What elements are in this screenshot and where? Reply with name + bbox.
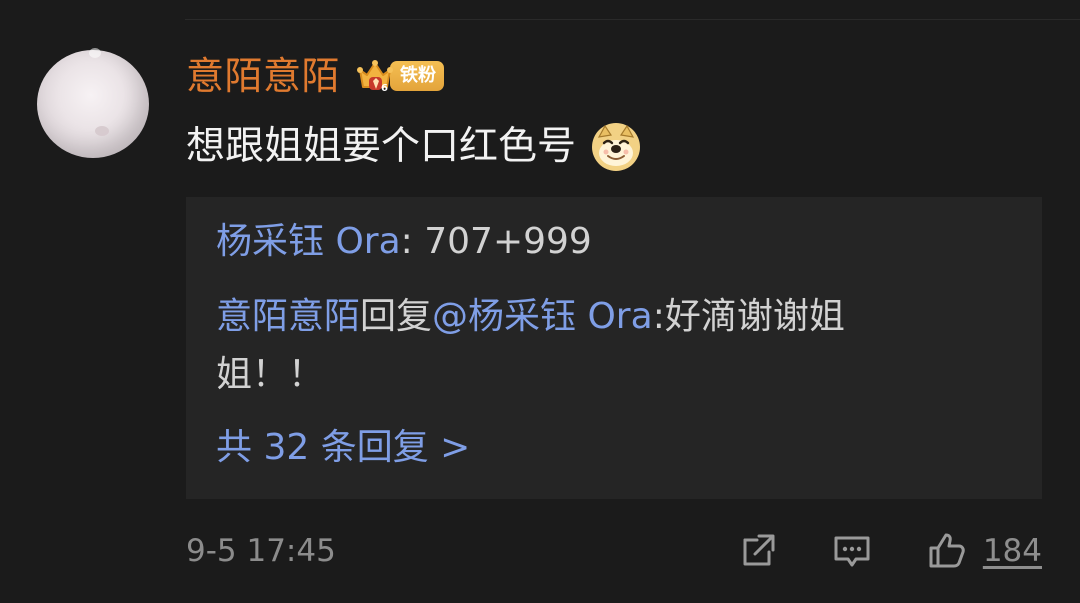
crown-icon: 6 [356,57,394,95]
more-replies-link[interactable]: 共 32 条回复 > [216,420,470,476]
fan-badge[interactable]: 6 铁粉 [356,57,452,95]
reply-mention[interactable]: @杨采钰 Ora [432,296,653,337]
reply-author[interactable]: 杨采钰 Ora [216,221,401,262]
comment-icon[interactable] [831,530,873,572]
reply-separator: : [400,221,425,262]
comment-footer: 9-5 17:45 184 [186,525,1042,577]
comment-screen: 意陌意陌 6 铁粉 想跟姐姐要个口红色号 杨采钰 Ora: 707+999 意陌… [0,0,1080,603]
comment-timestamp: 9-5 17:45 [186,532,336,569]
reply-word: 回复 [360,296,433,337]
fan-badge-label: 铁粉 [390,61,445,91]
share-icon[interactable] [737,530,779,572]
reply-text-line-2: 姐！！ [216,354,325,395]
user-avatar[interactable] [37,48,149,158]
svg-text:6: 6 [381,83,388,94]
doge-icon [590,121,642,173]
reply-item-second[interactable]: 意陌意陌回复@杨采钰 Ora:好滴谢谢姐 [216,289,1014,345]
reply-item-second-continued: 姐！！ [216,347,1014,403]
reply-author[interactable]: 意陌意陌 [216,296,360,337]
comment-body: 想跟姐姐要个口红色号 [186,121,642,173]
like-count[interactable]: 184 [983,535,1042,567]
comment-text: 想跟姐姐要个口红色号 [186,124,577,169]
reply-text-line-1: :好滴谢谢姐 [652,296,845,337]
reply-preview-box[interactable]: 杨采钰 Ora: 707+999 意陌意陌回复@杨采钰 Ora:好滴谢谢姐 姐！… [186,197,1042,499]
thumbs-up-icon[interactable] [925,530,967,572]
top-divider [185,19,1080,20]
reply-text: 707+999 [424,221,592,262]
like-control[interactable]: 184 [925,530,1042,572]
comment-header: 意陌意陌 6 铁粉 [186,53,452,99]
comment-actions: 184 [737,530,1042,572]
reply-item-first[interactable]: 杨采钰 Ora: 707+999 [216,214,1014,270]
comment-username[interactable]: 意陌意陌 [186,57,340,95]
